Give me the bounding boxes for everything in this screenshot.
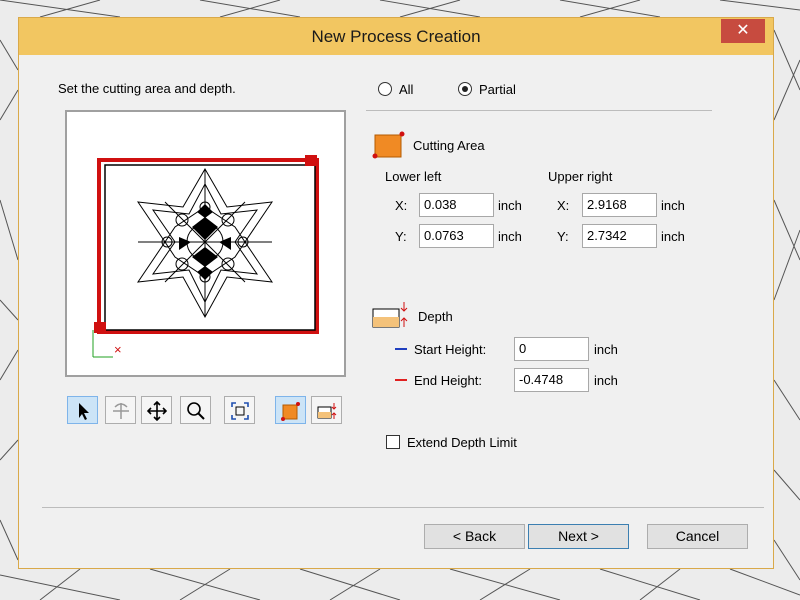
footer-separator (42, 507, 764, 508)
upper-right-x-field[interactable]: 2.9168 (582, 193, 657, 217)
lower-left-y-field[interactable]: 0.0763 (419, 224, 494, 248)
lower-left-x-label: X: (395, 198, 408, 213)
cutting-area-heading: Cutting Area (413, 138, 485, 153)
extend-depth-label: Extend Depth Limit (407, 435, 517, 450)
end-height-field[interactable]: -0.4748 (514, 368, 589, 392)
upper-right-x-unit: inch (661, 198, 685, 213)
upper-right-y-field[interactable]: 2.7342 (582, 224, 657, 248)
x-axis-icon: × (114, 342, 122, 357)
upper-right-label: Upper right (548, 169, 613, 184)
cutting-area-tool-button[interactable] (275, 396, 306, 424)
rotate-view-icon (113, 403, 129, 419)
lower-left-y-unit: inch (498, 229, 522, 244)
all-radio[interactable] (378, 82, 392, 96)
upper-right-y-label: Y: (557, 229, 569, 244)
cutting-area-section-icon (372, 131, 405, 159)
upper-right-x-label: X: (557, 198, 570, 213)
rotate-view-button[interactable] (105, 396, 136, 424)
dialog-title: New Process Creation (311, 27, 481, 46)
end-height-label: End Height: (414, 373, 482, 388)
lower-left-x-unit: inch (498, 198, 522, 213)
close-button[interactable]: ✕ (721, 19, 765, 43)
pan-icon (147, 401, 167, 421)
pan-button[interactable] (141, 396, 172, 424)
back-button[interactable]: < Back (424, 524, 525, 549)
instruction-text: Set the cutting area and depth. (58, 81, 236, 96)
start-height-field[interactable]: 0 (514, 337, 589, 361)
depth-heading: Depth (418, 309, 453, 324)
mode-separator (366, 110, 712, 111)
lower-left-x-field[interactable]: 0.038 (419, 193, 494, 217)
lower-left-handle[interactable] (94, 322, 106, 333)
all-radio-label: All (399, 82, 414, 97)
close-icon: ✕ (736, 22, 750, 39)
end-height-unit: inch (594, 373, 618, 388)
partial-radio-label: Partial (479, 82, 516, 97)
cancel-button[interactable]: Cancel (647, 524, 748, 549)
zoom-icon (187, 402, 205, 420)
design-pattern (136, 168, 274, 319)
start-height-label: Start Height: (414, 342, 487, 357)
fit-view-button[interactable] (224, 396, 255, 424)
depth-section-icon (372, 302, 408, 328)
fit-view-icon (231, 402, 249, 420)
preview-panel[interactable]: × (65, 110, 346, 377)
upper-right-y-unit: inch (661, 229, 685, 244)
title-bar: New Process Creation ✕ (19, 18, 773, 55)
lower-left-label: Lower left (385, 169, 442, 184)
start-height-marker (395, 348, 407, 350)
lower-left-y-label: Y: (395, 229, 407, 244)
depth-icon (317, 403, 337, 419)
axis-indicator (92, 330, 113, 358)
partial-radio[interactable] (458, 82, 472, 96)
depth-tool-button[interactable] (311, 396, 342, 424)
preview-canvas: × (92, 155, 319, 358)
end-height-marker (395, 379, 407, 381)
zoom-button[interactable] (180, 396, 211, 424)
select-tool-button[interactable] (67, 396, 98, 424)
cutting-area-icon (281, 402, 300, 421)
select-arrow-icon (79, 403, 89, 420)
upper-right-handle[interactable] (305, 155, 317, 166)
extend-depth-checkbox[interactable] (386, 435, 400, 449)
next-button[interactable]: Next > (528, 524, 629, 549)
start-height-unit: inch (594, 342, 618, 357)
